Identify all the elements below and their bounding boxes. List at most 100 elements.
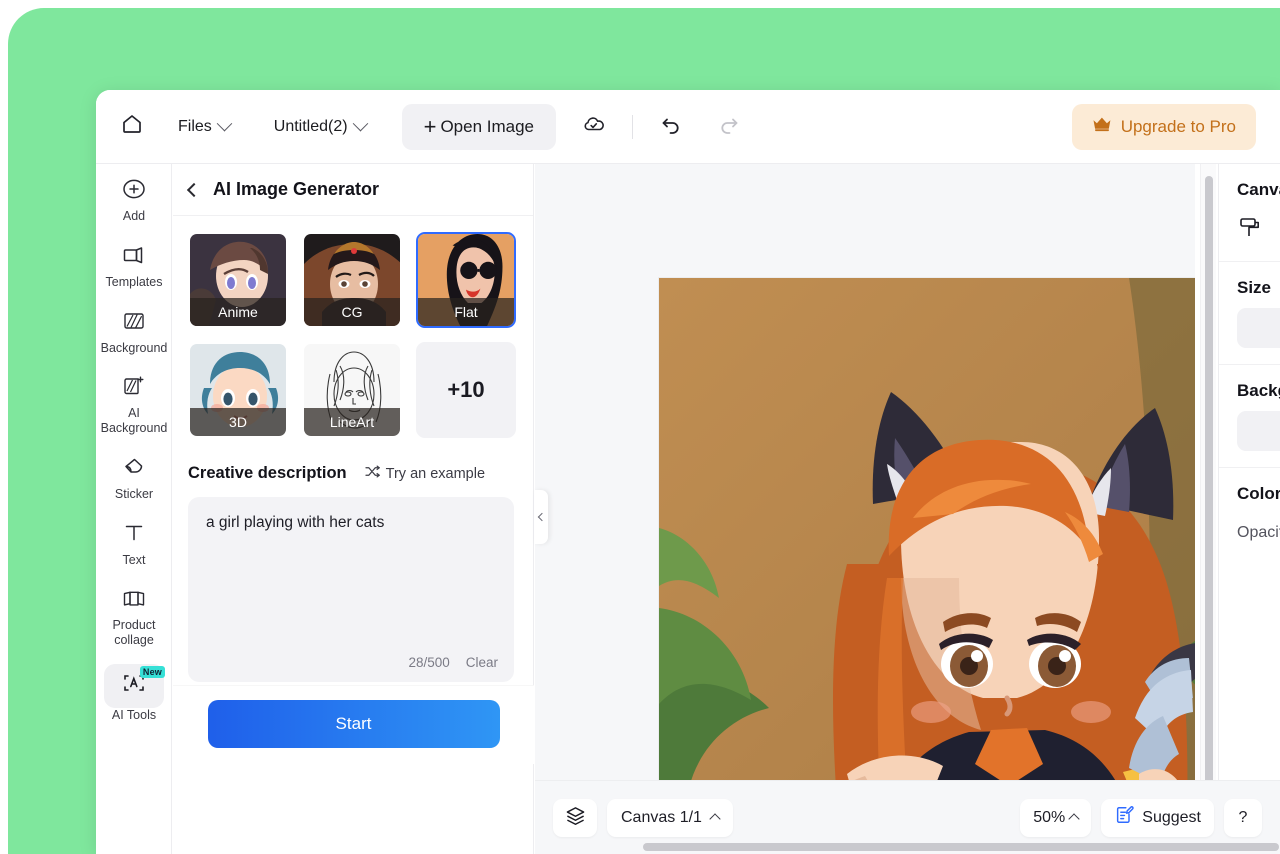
files-label: Files <box>178 117 212 135</box>
chevron-down-icon <box>216 115 233 132</box>
canvas-area[interactable]: insMind .com <box>535 164 1195 854</box>
sidebar-item-label: Background <box>100 340 168 355</box>
inspector-color-section: Color Opacity <box>1219 468 1280 542</box>
canvas-page-selector[interactable]: Canvas 1/1 <box>607 798 733 837</box>
start-button-row: Start <box>173 685 534 764</box>
textarea-meta: 28/500 Clear <box>408 655 498 670</box>
sidebar-item-templates[interactable]: Templates <box>96 230 171 296</box>
redo-button[interactable] <box>709 107 749 147</box>
templates-icon <box>119 240 149 270</box>
sidebar-item-label: Templates <box>105 274 163 289</box>
cloud-saved-icon <box>582 112 606 141</box>
toolbar-divider <box>632 114 634 139</box>
layers-button[interactable] <box>553 798 597 837</box>
undo-button[interactable] <box>651 107 691 147</box>
style-label: Flat <box>418 298 514 326</box>
inspector-background-section: Background <box>1219 365 1280 401</box>
suggest-button[interactable]: Suggest <box>1101 798 1214 837</box>
zoom-level-label: 50% <box>1033 808 1066 826</box>
style-card-anime[interactable]: Anime <box>188 232 288 328</box>
creative-description-input[interactable]: a girl playing with her cats 28/500 Clea… <box>188 497 514 682</box>
product-collage-icon <box>119 583 149 613</box>
zoom-level-selector[interactable]: 50% <box>1020 798 1092 837</box>
upgrade-to-pro-button[interactable]: Upgrade to Pro <box>1071 103 1256 150</box>
cloud-save-button[interactable] <box>574 107 614 147</box>
sidebar-item-product-collage[interactable]: Product collage <box>96 573 171 654</box>
style-grid: Anime CG Flat 3D LineArt +10 <box>173 216 533 438</box>
inspector-size-section: Size <box>1219 262 1280 298</box>
redo-icon <box>717 112 741 141</box>
style-label: LineArt <box>304 408 400 436</box>
help-button[interactable]: ? <box>1224 798 1262 837</box>
sidebar-item-label: AI Tools <box>111 707 157 722</box>
paint-roller-icon[interactable] <box>1237 214 1280 245</box>
caret-up-icon <box>709 813 721 825</box>
undo-icon <box>659 112 683 141</box>
shuffle-icon <box>365 465 380 482</box>
screenshot-root: Files Untitled(2) + Open Image Upgrade t… <box>0 0 1280 854</box>
suggest-note-icon <box>1114 805 1134 830</box>
sticker-icon <box>119 452 149 482</box>
sidebar-item-label: Product collage <box>112 618 156 647</box>
scrollbar-thumb[interactable] <box>1205 176 1213 836</box>
style-card-cg[interactable]: CG <box>302 232 402 328</box>
layers-icon <box>565 805 586 831</box>
sidebar-item-background[interactable]: Background <box>96 296 171 362</box>
more-styles-button[interactable]: +10 <box>416 342 516 438</box>
chevron-down-icon <box>352 115 368 132</box>
sidebar-item-sticker[interactable]: Sticker <box>96 442 171 508</box>
canvas-inspector-panel: Canvas Size Background Color <box>1218 164 1280 854</box>
ai-background-icon <box>119 371 149 401</box>
color-label: Color <box>1237 484 1280 503</box>
left-tool-rail: Add Templates Background AI Background S… <box>96 164 172 854</box>
back-chevron-icon[interactable] <box>186 182 202 197</box>
scrollbar-thumb[interactable] <box>643 843 1279 851</box>
canvas-page-label: Canvas 1/1 <box>621 808 702 826</box>
artboard[interactable]: insMind .com <box>659 278 1195 854</box>
style-label: 3D <box>190 408 286 436</box>
document-title-menu[interactable]: Untitled(2) <box>264 111 376 143</box>
style-card-lineart[interactable]: LineArt <box>302 342 402 438</box>
top-toolbar: Files Untitled(2) + Open Image Upgrade t… <box>96 90 1280 164</box>
new-badge: New <box>139 665 165 678</box>
sidebar-item-label: Sticker <box>114 486 154 501</box>
files-menu[interactable]: Files <box>168 111 240 143</box>
creative-description-header: Creative description Try an example <box>173 438 533 483</box>
style-card-flat[interactable]: Flat <box>416 232 516 328</box>
canvas-vertical-scrollbar[interactable] <box>1200 164 1216 854</box>
text-icon <box>119 518 149 548</box>
inspector-canvas-section: Canvas <box>1219 164 1280 245</box>
canvas-horizontal-scrollbar[interactable] <box>551 842 1279 852</box>
home-button[interactable] <box>110 105 154 149</box>
size-field[interactable] <box>1237 308 1280 348</box>
plus-circle-icon <box>119 174 149 204</box>
background-field[interactable] <box>1237 411 1280 451</box>
sidebar-item-label: AI Background <box>100 406 168 435</box>
inspector-title: Canvas <box>1237 180 1280 199</box>
style-label: CG <box>304 298 400 326</box>
try-an-example-button[interactable]: Try an example <box>365 465 485 482</box>
sidebar-item-ai-tools[interactable]: New AI Tools <box>96 654 171 729</box>
suggest-label: Suggest <box>1142 808 1201 826</box>
try-an-example-label: Try an example <box>385 465 486 482</box>
sidebar-item-label: Text <box>122 552 146 567</box>
open-image-label: Open Image <box>440 116 535 136</box>
background-icon <box>119 306 149 336</box>
character-counter: 28/500 <box>408 655 450 670</box>
background-label: Background <box>1237 381 1280 400</box>
generated-image <box>659 278 1195 854</box>
opacity-label: Opacity <box>1237 524 1280 541</box>
sidebar-item-add[interactable]: Add <box>96 164 171 230</box>
creative-description-title: Creative description <box>188 464 347 482</box>
start-button[interactable]: Start <box>207 700 500 748</box>
style-label: Anime <box>190 298 286 326</box>
open-image-button[interactable]: + Open Image <box>401 103 557 150</box>
sidebar-item-text[interactable]: Text <box>96 508 171 574</box>
clear-button[interactable]: Clear <box>466 655 498 670</box>
creative-description-value: a girl playing with her cats <box>206 514 385 531</box>
caret-up-icon <box>1068 813 1080 825</box>
collapse-panel-button[interactable] <box>534 490 548 544</box>
sidebar-item-ai-background[interactable]: AI Background <box>96 361 171 442</box>
crown-icon <box>1092 116 1112 137</box>
style-card-3d[interactable]: 3D <box>188 342 288 438</box>
